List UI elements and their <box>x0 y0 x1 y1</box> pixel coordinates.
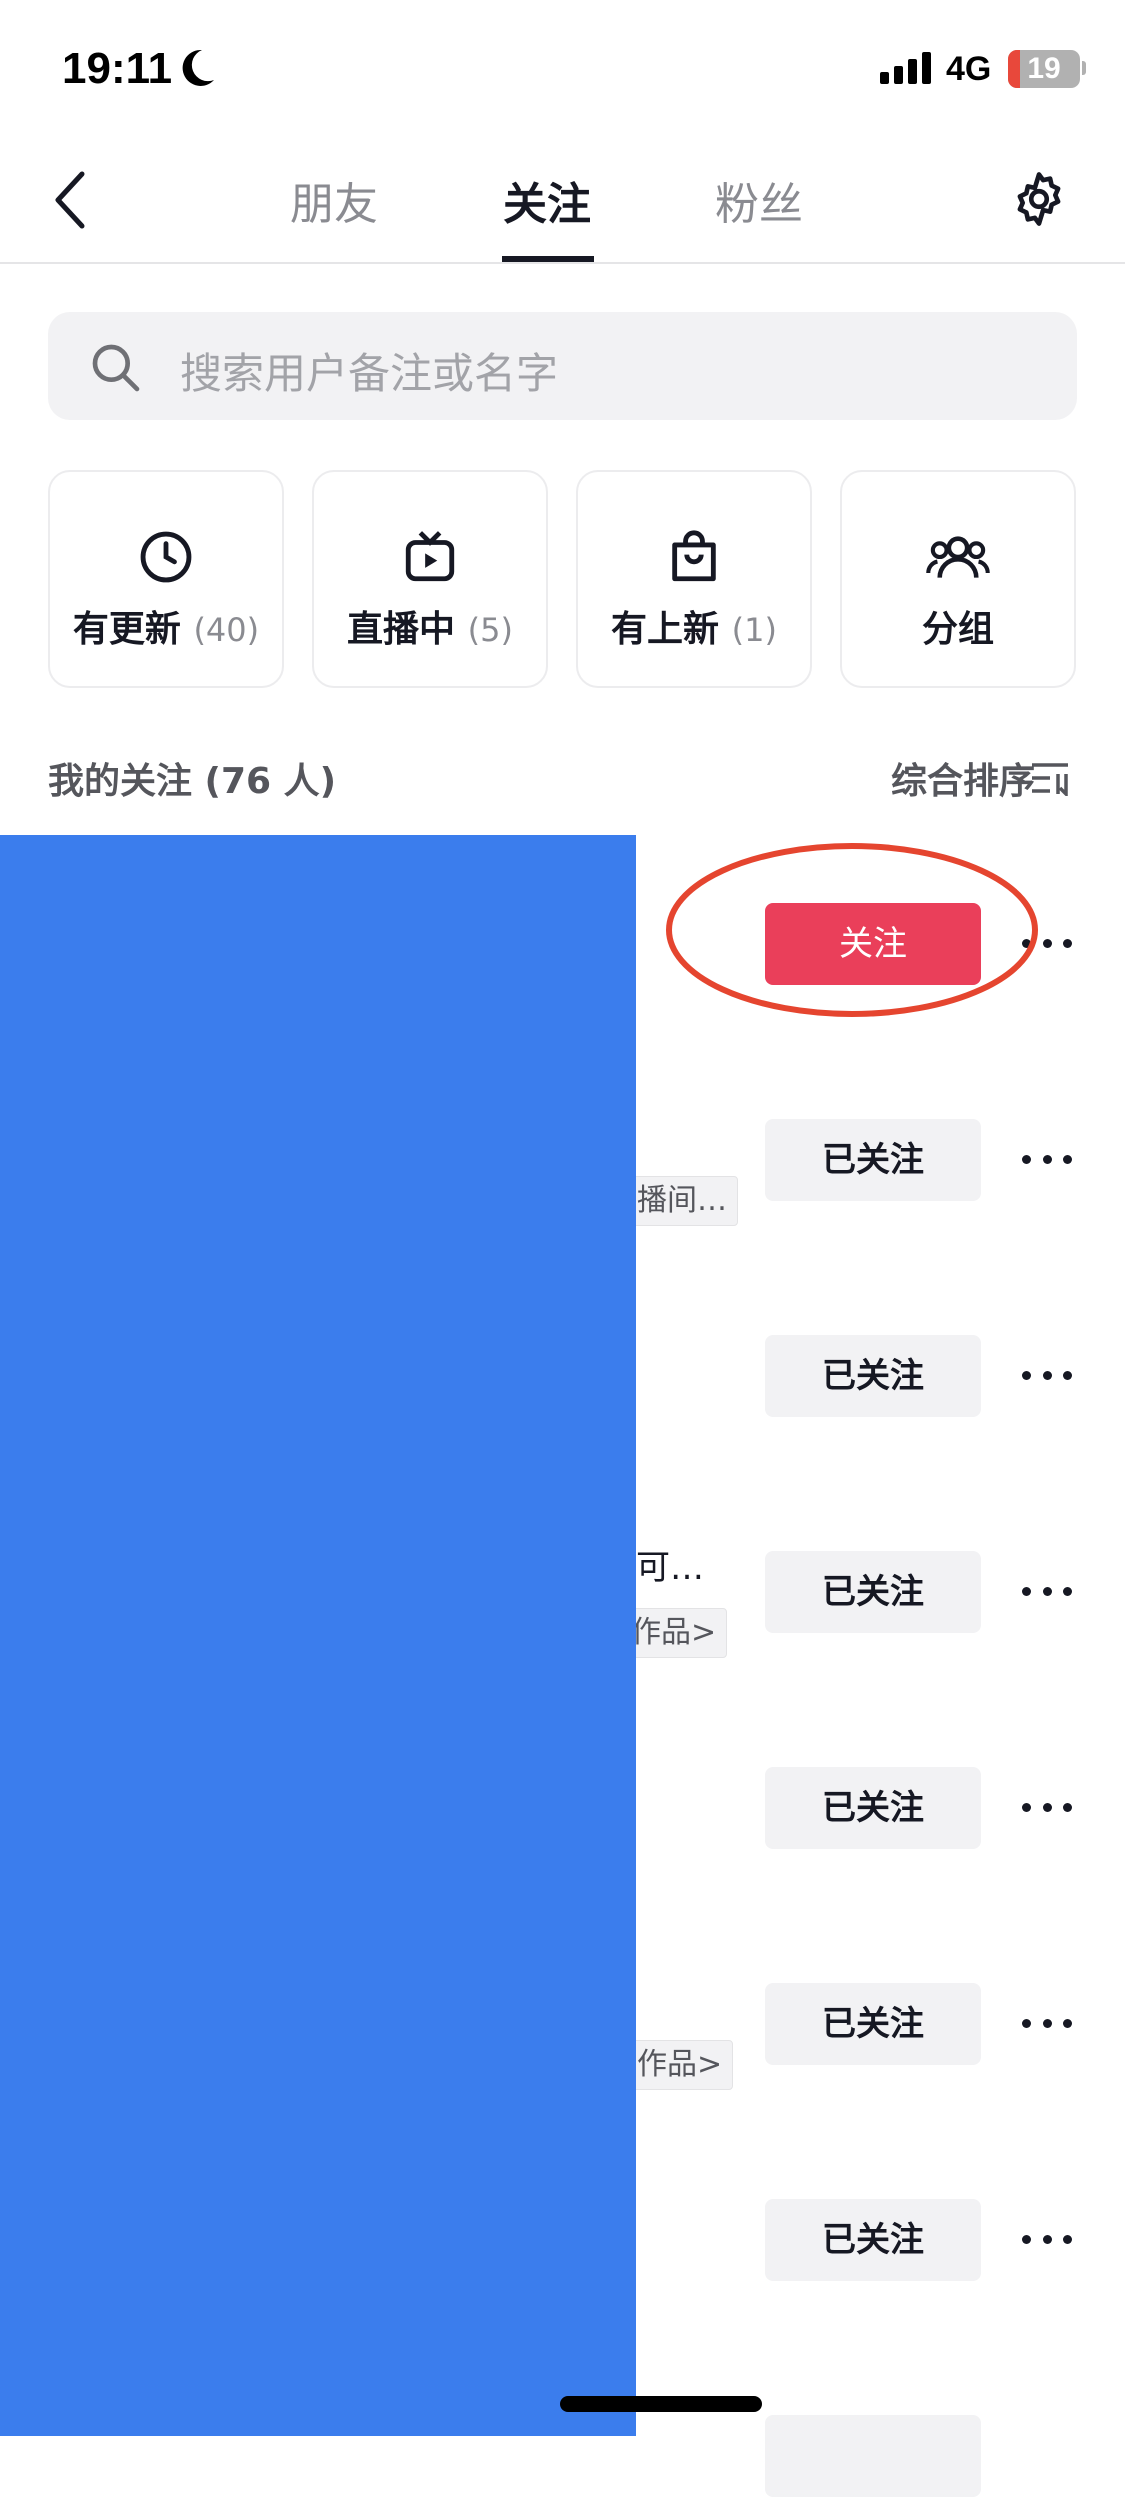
following-button[interactable]: 已关注 <box>765 2199 981 2281</box>
more-icon[interactable] <box>1022 1803 1072 1812</box>
gear-icon[interactable] <box>1008 168 1070 230</box>
back-icon[interactable] <box>50 170 90 230</box>
more-icon[interactable] <box>1022 1587 1072 1596</box>
tab-fans[interactable]: 粉丝 <box>715 168 803 232</box>
annotation-circle <box>666 843 1038 1017</box>
battery-nub <box>1082 61 1086 75</box>
more-icon[interactable] <box>1022 2235 1072 2244</box>
status-time: 19:11 <box>62 44 173 93</box>
row-name: 可… <box>636 1548 704 1588</box>
following-button[interactable]: 已关注 <box>765 1119 981 1201</box>
network-type: 4G <box>946 50 992 88</box>
tab-following[interactable]: 关注 <box>503 168 591 232</box>
filter-new-items[interactable]: 有上新 (1) <box>576 470 812 688</box>
following-button[interactable]: 已关注 <box>765 1767 981 1849</box>
home-indicator <box>560 2396 762 2412</box>
filter-label: 分组 <box>921 609 994 650</box>
shopping-bag-icon <box>672 530 716 582</box>
filter-groups[interactable]: 分组 <box>840 470 1076 688</box>
filter-live[interactable]: 直播中 (5) <box>312 470 548 688</box>
signal-icon <box>880 52 931 84</box>
filter-updates[interactable]: 有更新 (40) <box>48 470 284 688</box>
sort-icon[interactable] <box>1030 760 1072 796</box>
moon-icon <box>182 49 214 86</box>
filter-count: (5) <box>467 611 513 649</box>
filter-label: 有上新 <box>611 609 720 650</box>
group-icon <box>926 536 990 578</box>
search-icon <box>92 344 140 392</box>
sort-button[interactable]: 综合排序 <box>891 752 1035 804</box>
tab-friends[interactable]: 朋友 <box>290 168 378 232</box>
redaction-overlay <box>0 835 636 2436</box>
filter-label: 有更新 <box>72 609 181 650</box>
battery-icon: 19 <box>1008 50 1080 88</box>
more-icon[interactable] <box>1022 2019 1072 2028</box>
divider <box>0 262 1125 264</box>
more-icon[interactable] <box>1022 1155 1072 1164</box>
filter-label: 直播中 <box>347 609 456 650</box>
section-title: 我的关注 (76 人) <box>48 761 337 802</box>
clock-icon <box>140 531 192 583</box>
filter-count: (1) <box>731 611 777 649</box>
following-button[interactable]: 已关注 <box>765 1335 981 1417</box>
filter-count: (40) <box>193 611 260 649</box>
following-button[interactable]: 已关注 <box>765 1551 981 1633</box>
more-icon[interactable] <box>1022 1371 1072 1380</box>
search-placeholder: 搜索用户备注或名字 <box>180 349 559 398</box>
following-button[interactable]: 已关注 <box>765 1983 981 2065</box>
following-button-partial[interactable] <box>765 2415 981 2497</box>
battery-level: 19 <box>1027 52 1061 85</box>
search-input[interactable]: 搜索用户备注或名字 <box>48 312 1077 420</box>
tv-icon <box>405 531 455 582</box>
